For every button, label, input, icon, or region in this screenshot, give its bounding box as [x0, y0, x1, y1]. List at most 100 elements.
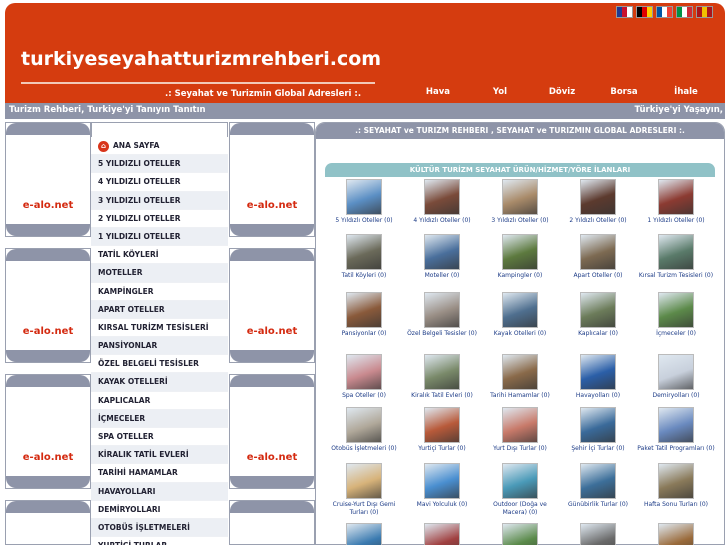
listing-tile[interactable]: Cruise-Yurt Dışı Gemi Turları (0): [325, 463, 403, 517]
nav-item-1[interactable]: Yol: [469, 87, 531, 97]
listing-photo[interactable]: [658, 463, 694, 499]
menu-item-zel-belgeli-tesi-sler[interactable]: ÖZEL BELGELİ TESİSLER: [91, 355, 228, 374]
flag-french-icon[interactable]: [656, 6, 673, 18]
listing-tile[interactable]: Kırsal Turizm Tesisleri (0): [637, 234, 715, 280]
menu-item-kayak-otelleri[interactable]: KAYAK OTELLERİ: [91, 373, 228, 392]
listing-photo[interactable]: [346, 407, 382, 443]
listing-photo[interactable]: [580, 463, 616, 499]
listing-caption[interactable]: Kaplıcalar (0): [559, 330, 637, 338]
listing-caption[interactable]: Tatil Köyleri (0): [325, 272, 403, 280]
listing-photo[interactable]: [424, 179, 460, 215]
ad-link[interactable]: e-alo.net: [6, 326, 90, 337]
listing-tile[interactable]: Pansiyonlar (0): [325, 292, 403, 338]
listing-tile[interactable]: [403, 523, 481, 545]
ad-link[interactable]: e-alo.net: [230, 452, 314, 463]
listing-tile[interactable]: 3 Yıldızlı Oteller (0): [481, 179, 559, 225]
listing-caption[interactable]: Moteller (0): [403, 272, 481, 280]
menu-item-1-yildizli-oteller[interactable]: 1 YILDIZLI OTELLER: [91, 227, 228, 247]
listing-tile[interactable]: İçmeceler (0): [637, 292, 715, 338]
listing-caption[interactable]: Günübirlik Turlar (0): [559, 501, 637, 509]
listing-photo[interactable]: [580, 354, 616, 390]
listing-caption[interactable]: Kayak Otelleri (0): [481, 330, 559, 338]
listing-caption[interactable]: Tarihi Hamamlar (0): [481, 392, 559, 400]
listing-tile[interactable]: Kampingler (0): [481, 234, 559, 280]
listing-caption[interactable]: Kampingler (0): [481, 272, 559, 280]
listing-photo[interactable]: [580, 234, 616, 270]
listing-photo[interactable]: [424, 523, 460, 545]
listing-caption[interactable]: Kiralık Tatil Evleri (0): [403, 392, 481, 400]
nav-item-4[interactable]: İhale: [655, 87, 717, 97]
listing-tile[interactable]: Mavi Yolculuk (0): [403, 463, 481, 509]
menu-item-tari-hi-hamamlar[interactable]: TARİHİ HAMAMLAR: [91, 464, 228, 483]
menu-item-moteller[interactable]: MOTELLER: [91, 264, 228, 283]
ad-link[interactable]: e-alo.net: [6, 452, 90, 463]
listing-tile[interactable]: Apart Oteller (0): [559, 234, 637, 280]
listing-tile[interactable]: Günübirlik Turlar (0): [559, 463, 637, 509]
menu-item-kampi-ngler[interactable]: KAMPİNGLER: [91, 282, 228, 301]
listing-tile[interactable]: Yurt Dışı Turlar (0): [481, 407, 559, 453]
listing-tile[interactable]: 5 Yıldızlı Oteller (0): [325, 179, 403, 225]
listing-caption[interactable]: 4 Yıldızlı Oteller (0): [403, 217, 481, 225]
listing-tile[interactable]: Özel Belgeli Tesisler (0): [403, 292, 481, 338]
listing-tile[interactable]: Hafta Sonu Turları (0): [637, 463, 715, 509]
menu-item-apart-oteller[interactable]: APART OTELLER: [91, 300, 228, 319]
menu-item-5-yildizli-oteller[interactable]: 5 YILDIZLI OTELLER: [91, 155, 228, 174]
listing-tile[interactable]: Şehir İçi Turlar (0): [559, 407, 637, 453]
listing-tile[interactable]: Moteller (0): [403, 234, 481, 280]
listing-tile[interactable]: Yurtiçi Turlar (0): [403, 407, 481, 453]
listing-caption[interactable]: Otobüs İşletmeleri (0): [325, 445, 403, 453]
listing-caption[interactable]: Outdoor (Doğa ve Macera) (0): [481, 501, 559, 517]
listing-photo[interactable]: [580, 292, 616, 328]
menu-item-havayollari[interactable]: HAVAYOLLARI: [91, 482, 228, 501]
listing-caption[interactable]: Kırsal Turizm Tesisleri (0): [637, 272, 715, 280]
listing-caption[interactable]: Hafta Sonu Turları (0): [637, 501, 715, 509]
nav-item-3[interactable]: Borsa: [593, 87, 655, 97]
listing-photo[interactable]: [502, 407, 538, 443]
listing-photo[interactable]: [502, 292, 538, 328]
listing-tile[interactable]: Outdoor (Doğa ve Macera) (0): [481, 463, 559, 517]
listing-caption[interactable]: Apart Oteller (0): [559, 272, 637, 280]
listing-photo[interactable]: [346, 179, 382, 215]
listing-caption[interactable]: Pansiyonlar (0): [325, 330, 403, 338]
listing-tile[interactable]: Kayak Otelleri (0): [481, 292, 559, 338]
menu-item-3-yildizli-oteller[interactable]: 3 YILDIZLI OTELLER: [91, 191, 228, 210]
listing-tile[interactable]: [559, 523, 637, 545]
listing-tile[interactable]: Kaplıcalar (0): [559, 292, 637, 338]
flag-italian-icon[interactable]: [676, 6, 693, 18]
listing-caption[interactable]: Şehir İçi Turlar (0): [559, 445, 637, 453]
listing-caption[interactable]: Cruise-Yurt Dışı Gemi Turları (0): [325, 501, 403, 517]
listing-caption[interactable]: Spa Oteller (0): [325, 392, 403, 400]
listing-tile[interactable]: 1 Yıldızlı Oteller (0): [637, 179, 715, 225]
listing-caption[interactable]: Özel Belgeli Tesisler (0): [403, 330, 481, 338]
listing-caption[interactable]: 1 Yıldızlı Oteller (0): [637, 217, 715, 225]
listing-tile[interactable]: 4 Yıldızlı Oteller (0): [403, 179, 481, 225]
listing-tile[interactable]: Demiryolları (0): [637, 354, 715, 400]
listing-tile[interactable]: Spa Oteller (0): [325, 354, 403, 400]
menu-item-ki-ralik-tati-l-evleri[interactable]: KİRALIK TATİL EVLERİ: [91, 446, 228, 465]
listing-photo[interactable]: [346, 354, 382, 390]
listing-caption[interactable]: 3 Yıldızlı Oteller (0): [481, 217, 559, 225]
listing-photo[interactable]: [658, 354, 694, 390]
listing-tile[interactable]: [325, 523, 403, 545]
listing-caption[interactable]: Yurtiçi Turlar (0): [403, 445, 481, 453]
site-title[interactable]: turkiyeseyahatturizmrehberi.com: [21, 48, 381, 70]
listing-photo[interactable]: [502, 179, 538, 215]
listing-photo[interactable]: [580, 407, 616, 443]
listing-caption[interactable]: Demiryolları (0): [637, 392, 715, 400]
listing-photo[interactable]: [424, 292, 460, 328]
listing-caption[interactable]: Havayolları (0): [559, 392, 637, 400]
listing-photo[interactable]: [502, 463, 538, 499]
nav-item-2[interactable]: Döviz: [531, 87, 593, 97]
listing-photo[interactable]: [346, 234, 382, 270]
menu-item-i-meceler[interactable]: İÇMECELER: [91, 409, 228, 428]
listing-photo[interactable]: [658, 523, 694, 545]
listing-caption[interactable]: Mavi Yolculuk (0): [403, 501, 481, 509]
listing-photo[interactable]: [424, 234, 460, 270]
listing-photo[interactable]: [658, 407, 694, 443]
menu-item-kaplicalar[interactable]: KAPLICALAR: [91, 391, 228, 410]
ad-link[interactable]: e-alo.net: [6, 200, 90, 211]
listing-photo[interactable]: [580, 523, 616, 545]
listing-tile[interactable]: Havayolları (0): [559, 354, 637, 400]
listing-photo[interactable]: [502, 354, 538, 390]
menu-item-tati-l-k-yleri[interactable]: TATİL KÖYLERİ: [91, 246, 228, 265]
